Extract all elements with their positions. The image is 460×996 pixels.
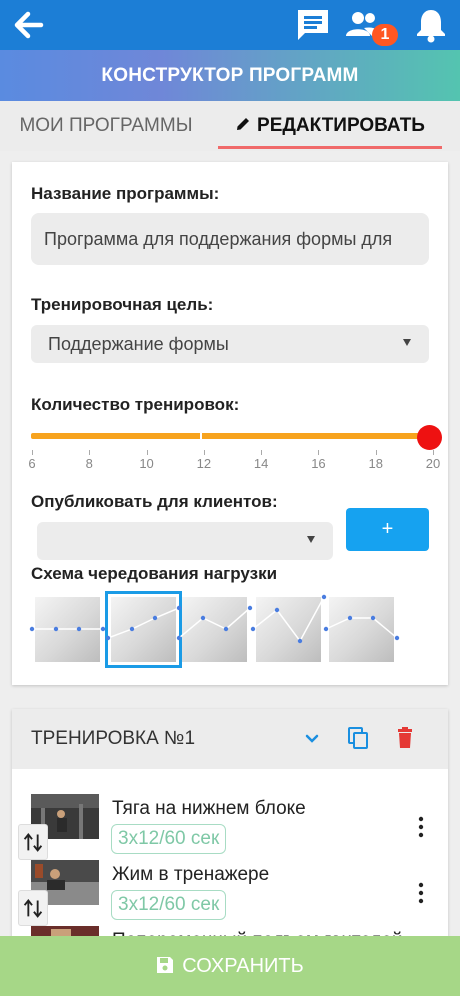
scheme-label: Схема чередования нагрузки — [31, 564, 278, 583]
exercise-row[interactable]: Жим в тренажере 3x12/60 сек — [12, 852, 448, 922]
exercise-sets-chip[interactable]: 3x12/60 сек — [111, 824, 227, 854]
goal-label: Тренировочная цель: — [31, 295, 214, 314]
slider-tick — [146, 450, 148, 455]
scheme-option-wave[interactable] — [176, 597, 253, 662]
slider-tick-label: 6 — [28, 456, 36, 471]
save-bar: СОХРАНИТЬ — [0, 936, 460, 996]
save-button[interactable]: СОХРАНИТЬ — [0, 936, 460, 996]
save-icon — [157, 957, 174, 973]
slider-thumb[interactable] — [417, 425, 442, 450]
slider-tick-label: 14 — [253, 456, 269, 471]
slider-marker — [200, 431, 202, 441]
slider-track[interactable] — [31, 433, 429, 439]
chevron-down-icon[interactable] — [299, 725, 325, 751]
more-vert-icon[interactable] — [416, 882, 426, 904]
workout-header[interactable]: ТРЕНИРОВКА №1 — [12, 709, 448, 769]
publish-select[interactable] — [37, 522, 333, 560]
program-name-label: Название программы: — [31, 184, 220, 203]
exercise-sets-chip[interactable]: 3x12/60 сек — [111, 890, 227, 920]
workout-title: ТРЕНИРОВКА №1 — [31, 728, 196, 749]
slider-tick — [32, 450, 33, 455]
back-arrow-icon[interactable] — [8, 6, 48, 44]
slider-tick-label: 10 — [139, 456, 154, 471]
more-vert-icon[interactable] — [416, 816, 426, 838]
slider-tick-label: 20 — [425, 456, 441, 471]
slider-tick-label: 12 — [196, 456, 212, 471]
add-client-button[interactable]: + — [346, 508, 429, 551]
chat-icon[interactable] — [294, 6, 332, 44]
slider-tick — [203, 450, 205, 455]
publish-label: Опубликовать для клиентов: — [31, 492, 278, 511]
caret-down-icon — [403, 339, 411, 346]
scheme-option-peak[interactable] — [323, 597, 400, 662]
tab-edit-label: РЕДАКТИРОВАТЬ — [257, 115, 425, 136]
workout-card: ТРЕНИРОВКА №1 Тяга на нижнем блоке 3x12/… — [12, 709, 448, 949]
slider-tick — [261, 450, 263, 455]
program-name-input[interactable]: Программа для поддержания формы для — [31, 213, 429, 265]
scheme-option-flat[interactable] — [29, 597, 106, 662]
save-button-label: СОХРАНИТЬ — [182, 955, 304, 977]
slider-tick — [89, 450, 91, 455]
slider-tick — [375, 450, 377, 455]
slider-tick — [318, 450, 320, 455]
trash-icon[interactable] — [392, 725, 418, 751]
scheme-option-ascending[interactable] — [105, 591, 182, 668]
slider-tick-label: 16 — [311, 456, 326, 471]
top-app-bar: 1 — [0, 0, 460, 50]
exercise-row[interactable]: Тяга на нижнем блоке 3x12/60 сек — [12, 786, 448, 856]
goal-select-value: Поддержание формы — [48, 334, 229, 354]
exercise-name: Тяга на нижнем блоке — [112, 798, 306, 819]
exercise-name: Жим в тренажере — [112, 864, 270, 885]
bell-icon[interactable] — [412, 6, 450, 44]
goal-select[interactable]: Поддержание формы — [31, 325, 429, 363]
notification-badge: 1 — [372, 24, 398, 46]
program-form-card: Название программы: Программа для поддер… — [12, 162, 448, 685]
tab-edit[interactable]: РЕДАКТИРОВАТЬ — [218, 101, 442, 151]
caret-down-icon — [307, 536, 315, 543]
tab-my-programs[interactable]: МОИ ПРОГРАММЫ — [0, 101, 212, 151]
slider-tick — [433, 450, 434, 455]
page-title: КОНСТРУКТОР ПРОГРАММ — [0, 50, 460, 101]
workout-count-label: Количество тренировок: — [31, 395, 240, 414]
active-tab-indicator — [218, 146, 442, 149]
copy-icon[interactable] — [346, 725, 372, 751]
slider-tick-label: 8 — [85, 456, 93, 471]
slider-tick-label: 18 — [368, 456, 383, 471]
pencil-icon — [237, 118, 250, 130]
tab-bar: МОИ ПРОГРАММЫ РЕДАКТИРОВАТЬ — [0, 101, 460, 151]
scheme-option-zigzag[interactable] — [250, 594, 327, 662]
